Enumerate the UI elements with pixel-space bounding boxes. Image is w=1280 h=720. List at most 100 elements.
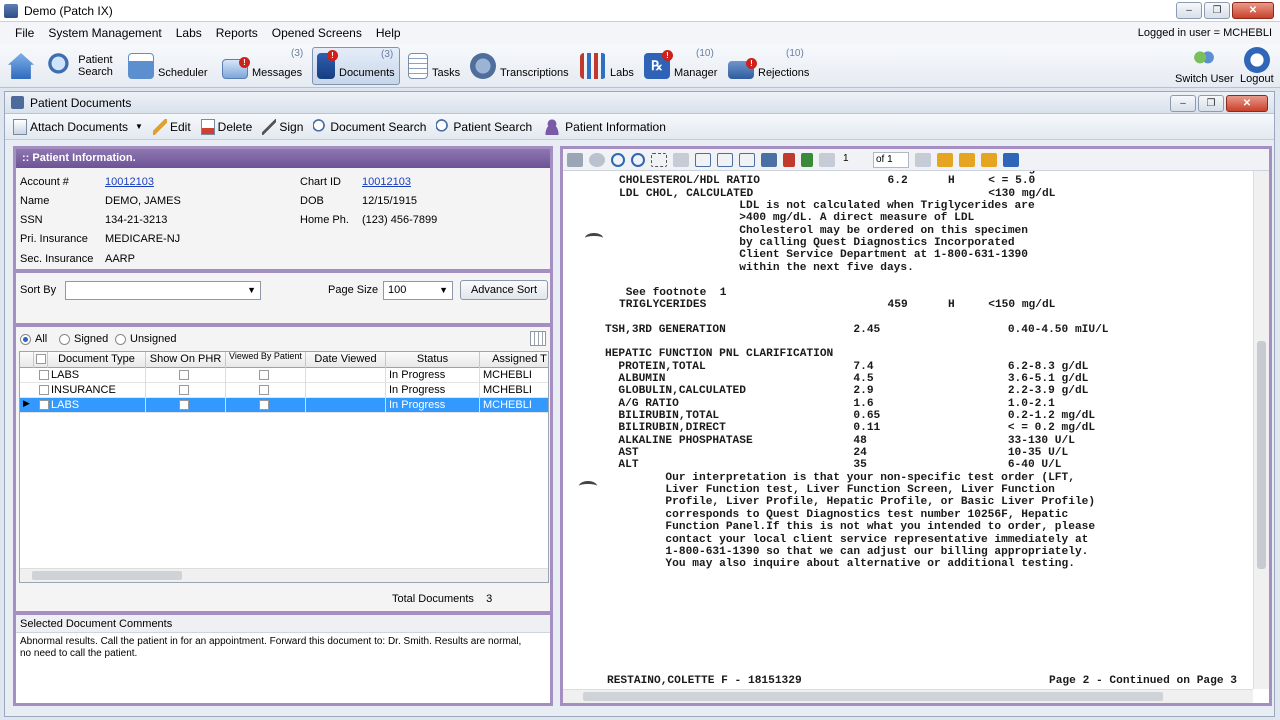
test-tubes-icon [580,53,606,79]
messages-button[interactable]: ! Messages (3) [222,47,303,85]
select-area-icon[interactable] [651,152,667,167]
labs-button[interactable]: Labs [580,47,634,85]
grid-header: Document Type Show On PHR Viewed By Pati… [20,352,548,368]
col-assigned-to[interactable]: Assigned T [480,352,548,368]
menu-system-management[interactable]: System Management [41,26,168,40]
child-minimize-button[interactable]: – [1170,95,1196,112]
layout-single-icon[interactable] [695,152,711,167]
viewer-vertical-scrollbar[interactable] [1253,171,1269,689]
filter-signed-label: Signed [74,333,109,345]
grid-view-3-icon[interactable] [981,152,997,167]
thumbnail-icon[interactable] [915,152,931,167]
app-title-bar: Demo (Patch IX) – ❐ ✕ [0,0,1280,22]
table-row[interactable]: LABS In Progress MCHEBLI [20,368,548,383]
home-button[interactable] [8,47,34,85]
attach-documents-button[interactable]: Attach Documents ▼ [13,118,143,135]
logout-button[interactable]: Logout [1240,47,1274,85]
minimize-button[interactable]: – [1176,2,1202,19]
menu-reports[interactable]: Reports [209,26,265,40]
tasks-label: Tasks [432,67,461,79]
grid-view-icon[interactable] [937,152,953,167]
menu-help[interactable]: Help [369,26,408,40]
chevron-down-icon: ▼ [439,285,448,295]
grid-horizontal-scrollbar[interactable] [20,568,548,582]
grid-view-2-icon[interactable] [959,152,975,167]
layout-double-icon[interactable] [717,152,733,167]
home-phone-value: (123) 456-7899 [362,214,438,226]
status-cell: In Progress [386,398,480,413]
document-search-label: Document Search [330,119,427,134]
transcriptions-button[interactable]: Transcriptions [470,47,569,85]
patient-search-button[interactable]: Patient Search [48,47,113,85]
select-all-checkbox[interactable] [34,352,48,368]
home-icon [8,53,34,79]
close-button[interactable]: ✕ [1232,2,1274,19]
filter-signed-radio[interactable]: Signed [59,333,108,345]
comments-header: Selected Document Comments [16,615,550,633]
status-cell: In Progress [386,383,480,398]
menu-file[interactable]: File [8,26,41,40]
name-value: DEMO, JAMES [105,195,181,207]
col-document-type[interactable]: Document Type [48,352,146,368]
patient-search-tool-button[interactable]: Patient Search [436,118,532,135]
layout-columns-icon[interactable] [739,152,755,167]
patient-information-button[interactable]: Patient Information [542,118,666,135]
col-show-on-phr[interactable]: Show On PHR [146,352,226,368]
documents-button[interactable]: ! Documents (3) [312,47,400,85]
rejections-button[interactable]: ! Rejections (10) [728,47,809,85]
zoom-in-icon[interactable] [611,152,625,167]
zoom-out-icon[interactable] [631,152,645,167]
table-row-selected[interactable]: ▶ LABS In Progress MCHEBLI [20,398,548,413]
scheduler-button[interactable]: Scheduler [128,47,208,85]
sign-button[interactable]: Sign [262,118,303,135]
pen-icon [262,118,277,135]
sort-by-select[interactable]: ▼ [65,281,261,300]
page-size-select[interactable]: 100 ▼ [383,281,453,300]
document-line: HEPATIC FUNCTION PNL CLARIFICATION [605,348,834,361]
filter-unsigned-radio[interactable]: Unsigned [115,333,176,345]
document-line: PROTEIN,TOTAL 7.4 6.2-8.3 g/dL [605,360,1089,373]
layout-full-icon[interactable] [761,152,777,167]
print-icon[interactable] [567,152,583,167]
document-search-button[interactable]: Document Search [313,118,427,135]
document-line: contact your local client service repres… [605,533,1089,546]
rotate-icon[interactable] [783,152,795,167]
filter-all-radio[interactable]: All [20,333,47,345]
col-status[interactable]: Status [386,352,480,368]
child-close-button[interactable]: ✕ [1226,95,1268,112]
account-link[interactable]: 10012103 [105,176,154,188]
expand-icon[interactable] [1003,152,1019,167]
hand-icon[interactable] [589,152,605,167]
magnifier-icon [436,118,451,135]
grid-columns-icon[interactable] [530,331,546,346]
document-type-cell: INSURANCE [48,383,146,398]
menu-bar: File System Management Labs Reports Open… [0,22,1280,44]
col-viewed-by-patient[interactable]: Viewed By Patient [226,352,306,368]
viewer-horizontal-scrollbar[interactable] [563,689,1253,703]
manager-button[interactable]: ℞ ! Manager (10) [644,47,717,85]
chart-id-link[interactable]: 10012103 [362,176,411,188]
menu-labs[interactable]: Labs [169,26,209,40]
document-line: See footnote 1 [619,286,727,299]
tasks-button[interactable]: Tasks [408,47,460,85]
fit-icon[interactable] [673,152,689,167]
page-number-input[interactable]: 1 [841,152,867,168]
chevron-down-icon[interactable]: ▼ [135,122,143,131]
assigned-cell: MCHEBLI [480,383,548,398]
labs-label: Labs [610,67,634,79]
edit-button[interactable]: Edit [152,118,191,135]
col-date-viewed[interactable]: Date Viewed [306,352,386,368]
menu-opened-screens[interactable]: Opened Screens [265,26,369,40]
color-icon[interactable] [801,152,813,167]
child-restore-button[interactable]: ❐ [1198,95,1224,112]
table-row[interactable]: INSURANCE In Progress MCHEBLI [20,383,548,398]
advance-sort-button[interactable]: Advance Sort [460,280,548,300]
document-line: Cholesterol may be ordered on this speci… [605,224,1028,237]
date-viewed-cell [306,398,386,413]
left-panel: :: Patient Information. Account # 100121… [13,146,553,706]
comments-textarea[interactable]: Abnormal results. Call the patient in fo… [16,633,536,663]
restore-button[interactable]: ❐ [1204,2,1230,19]
delete-button[interactable]: Delete [200,118,252,135]
window-icon [11,96,24,109]
switch-user-button[interactable]: Switch User [1175,47,1234,85]
